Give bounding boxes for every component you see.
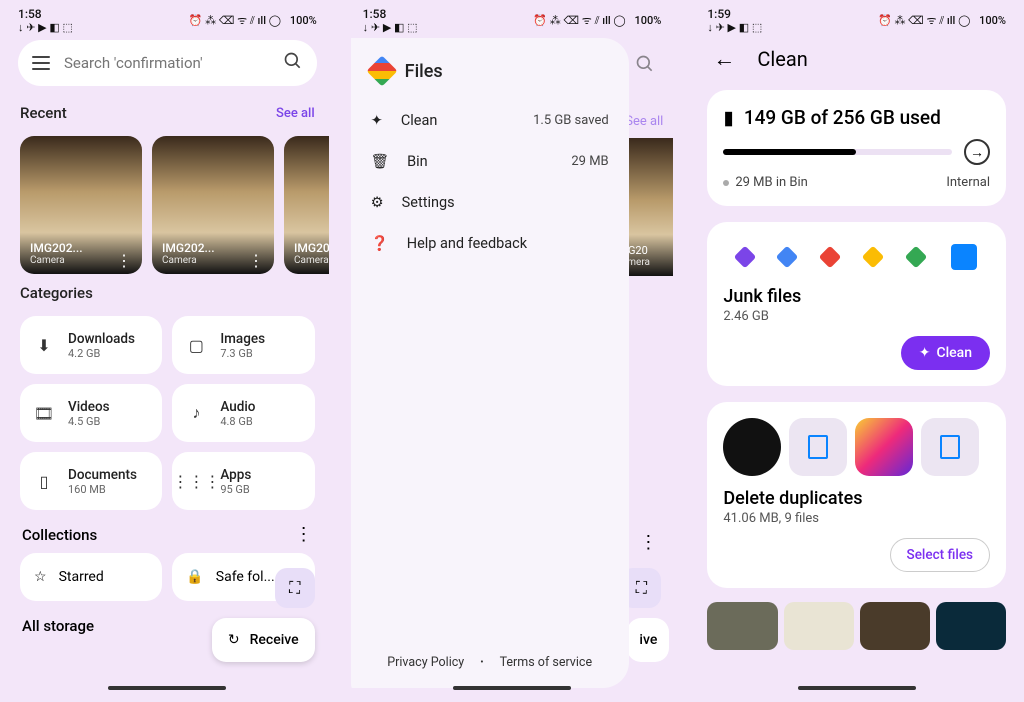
storage-location: Internal xyxy=(946,175,990,190)
trash-icon: 🗑 xyxy=(371,153,389,170)
drawer-item-help[interactable]: ❓ Help and feedback xyxy=(351,223,629,264)
audio-icon: ♪ xyxy=(186,403,206,423)
lock-icon: 🔒 xyxy=(186,569,203,585)
recent-thumb[interactable]: IMG202...Camera⋮ xyxy=(20,136,142,274)
files-logo-icon xyxy=(366,55,397,86)
recent-thumb[interactable]: IMG20Camera xyxy=(284,136,329,274)
help-icon: ❓ xyxy=(371,235,389,252)
drawer-item-clean[interactable]: ✦ Clean 1.5 GB saved xyxy=(351,100,629,141)
recent-thumb[interactable]: IMG202...Camera⋮ xyxy=(152,136,274,274)
more-icon: ⋮ xyxy=(639,532,657,553)
receive-fab: ive xyxy=(627,618,669,662)
star-icon: ☆ xyxy=(34,569,47,585)
category-documents[interactable]: ▯Documents160 MB xyxy=(20,452,162,510)
recent-list: IMG202...Camera⋮ IMG202...Camera⋮ IMG20C… xyxy=(6,136,329,274)
file-icon xyxy=(940,435,960,459)
categories-grid: ⬇Downloads4.2 GB ▢Images7.3 GB 🎞Videos4.… xyxy=(6,316,329,510)
recent-title: Recent xyxy=(20,104,67,122)
status-bar: 1:58 ↓ ✈ ▶ ◧ ⬚ ⏰ ⁂ ⌫ ᯤ ⫽ ıll ◯ 100% xyxy=(6,8,329,32)
nav-handle[interactable] xyxy=(453,686,571,690)
nav-drawer: Files ✦ Clean 1.5 GB saved 🗑 Bin 29 MB ⚙… xyxy=(351,38,629,688)
see-all-link[interactable]: See all xyxy=(276,106,315,121)
more-icon[interactable]: ⋮ xyxy=(116,256,132,266)
screenshots-card-peek xyxy=(695,602,1018,650)
duplicates-sub: 41.06 MB, 9 files xyxy=(723,511,990,526)
category-downloads[interactable]: ⬇Downloads4.2 GB xyxy=(20,316,162,374)
select-files-button[interactable]: Select files xyxy=(890,538,991,572)
search-icon xyxy=(635,54,655,78)
sparkle-icon: ✦ xyxy=(371,112,383,129)
video-icon: 🎞 xyxy=(34,403,54,423)
junk-title: Junk files xyxy=(723,286,990,307)
clean-button[interactable]: ✦Clean xyxy=(901,336,990,370)
document-icon: ▯ xyxy=(34,471,54,491)
junk-illustration xyxy=(723,232,990,282)
junk-files-card: Junk files 2.46 GB ✦Clean xyxy=(707,222,1006,386)
scan-icon: ⛶ xyxy=(289,578,300,598)
terms-link[interactable]: Terms of service xyxy=(500,655,593,670)
receive-fab[interactable]: ↻Receive xyxy=(212,618,315,662)
nav-handle[interactable] xyxy=(798,686,916,690)
receive-icon: ↻ xyxy=(228,632,240,648)
dup-tile xyxy=(855,418,913,476)
category-images[interactable]: ▢Images7.3 GB xyxy=(172,316,314,374)
phone-icon: ▮ xyxy=(723,106,733,129)
status-bar: 1:59 ↓ ✈ ▶ ◧ ⬚ ⏰ ⁂ ⌫ ᯤ ⫽ ıll ◯ 100% xyxy=(695,8,1018,32)
category-videos[interactable]: 🎞Videos4.5 GB xyxy=(20,384,162,442)
collections-title: Collections xyxy=(22,526,97,544)
dup-tile xyxy=(723,418,781,476)
category-audio[interactable]: ♪Audio4.8 GB xyxy=(172,384,314,442)
storage-card[interactable]: ▮149 GB of 256 GB used → 29 MB in Bin In… xyxy=(707,90,1006,206)
more-icon[interactable]: ⋮ xyxy=(248,256,264,266)
search-input[interactable] xyxy=(64,54,269,72)
screen-nav-drawer: 1:58 ↓ ✈ ▶ ◧ ⬚ ⏰ ⁂ ⌫ ᯤ ⫽ ıll ◯ 100% See … xyxy=(351,8,674,694)
drawer-item-bin[interactable]: 🗑 Bin 29 MB xyxy=(351,141,629,182)
bin-size: 29 MB in Bin xyxy=(723,175,808,190)
back-arrow-icon[interactable]: ← xyxy=(713,46,735,72)
screen-clean: 1:59 ↓ ✈ ▶ ◧ ⬚ ⏰ ⁂ ⌫ ᯤ ⫽ ıll ◯ 100% ← Cl… xyxy=(695,8,1018,694)
category-apps[interactable]: ⋮⋮⋮Apps95 GB xyxy=(172,452,314,510)
page-title: Clean xyxy=(757,47,807,71)
app-title: Files xyxy=(405,61,443,82)
arrow-right-icon[interactable]: → xyxy=(964,139,990,165)
see-all-link: See all xyxy=(625,114,663,129)
image-icon: ▢ xyxy=(186,335,206,355)
status-bar: 1:58 ↓ ✈ ▶ ◧ ⬚ ⏰ ⁂ ⌫ ᯤ ⫽ ıll ◯ 100% xyxy=(351,8,674,32)
dup-tile xyxy=(789,418,847,476)
scan-fab[interactable]: ⛶ xyxy=(275,568,315,608)
duplicates-card: Delete duplicates 41.06 MB, 9 files Sele… xyxy=(707,402,1006,588)
scan-icon: ⛶ xyxy=(636,578,647,598)
drawer-item-settings[interactable]: ⚙ Settings xyxy=(351,182,629,223)
sparkle-icon: ✦ xyxy=(919,345,931,361)
collection-starred[interactable]: ☆Starred xyxy=(20,553,162,601)
apps-icon: ⋮⋮⋮ xyxy=(186,471,206,491)
categories-title: Categories xyxy=(20,284,93,302)
screen-files-home: 1:58 ↓ ✈ ▶ ◧ ⬚ ⏰ ⁂ ⌫ ᯤ ⫽ ıll ◯ 100% Rece… xyxy=(6,8,329,694)
gear-icon: ⚙ xyxy=(371,194,384,211)
search-bar[interactable] xyxy=(18,40,317,86)
privacy-link[interactable]: Privacy Policy xyxy=(387,655,464,670)
storage-progress xyxy=(723,149,952,155)
search-icon[interactable] xyxy=(283,51,303,75)
dup-tile xyxy=(921,418,979,476)
download-icon: ⬇ xyxy=(34,335,54,355)
file-icon xyxy=(808,435,828,459)
more-icon[interactable]: ⋮ xyxy=(295,524,313,545)
duplicates-title: Delete duplicates xyxy=(723,488,990,509)
hamburger-icon[interactable] xyxy=(32,56,50,70)
junk-size: 2.46 GB xyxy=(723,309,990,324)
nav-handle[interactable] xyxy=(108,686,226,690)
